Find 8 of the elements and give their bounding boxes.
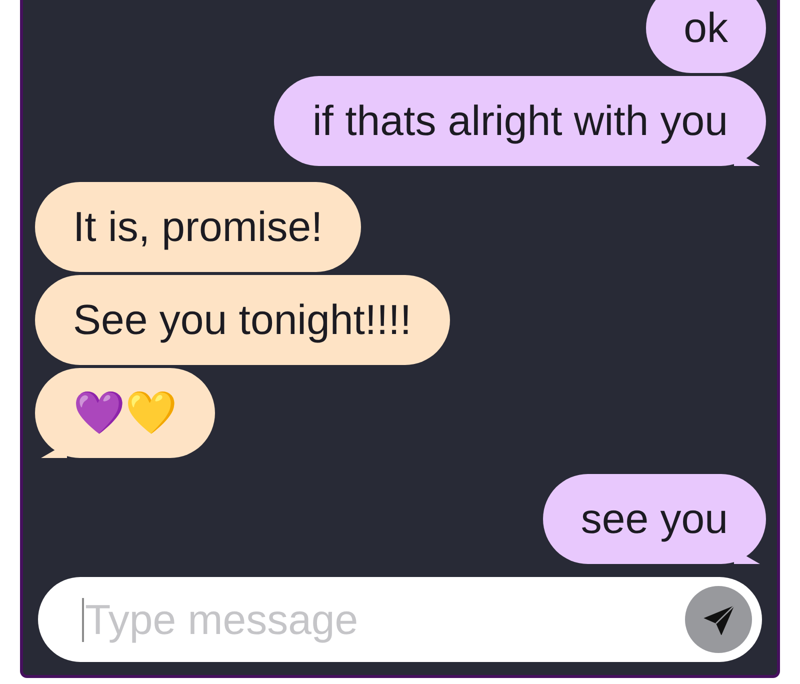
message-input[interactable]: Type message xyxy=(38,577,762,662)
message-bubble: 💜💛 xyxy=(35,368,215,458)
send-icon xyxy=(702,604,734,634)
message-bubble: see you xyxy=(542,474,766,564)
message-bubble: if thats alright with you xyxy=(274,76,766,166)
message-bubble: It is, promise! xyxy=(35,182,361,272)
message-bubble: See you tonight!!!! xyxy=(35,275,450,365)
message-bubble: ok xyxy=(646,0,766,73)
